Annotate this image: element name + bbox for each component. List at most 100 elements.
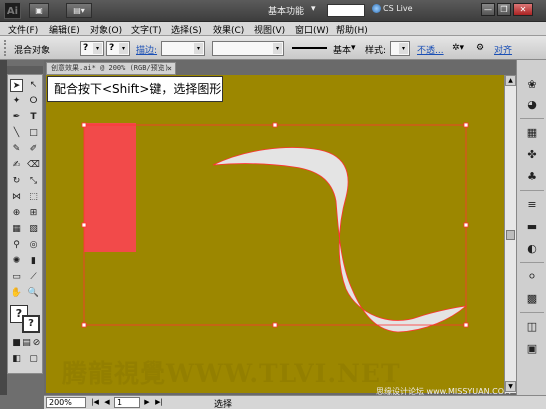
next-artboard-icon[interactable]: ▶ [142,397,152,408]
graphic-styles-icon[interactable]: ▩ [524,292,540,306]
settings-icon[interactable]: ⚙ [476,43,484,53]
scroll-thumb[interactable] [506,230,515,240]
width-tool-icon[interactable]: ⋈ [10,191,23,204]
symbol-sprayer-tool-icon[interactable]: ✺ [10,255,23,268]
left-panel-strip [0,60,7,395]
menu-view[interactable]: 视图(V) [254,23,285,36]
perspective-grid-tool-icon[interactable]: ⊞ [27,207,40,220]
direct-selection-tool-icon[interactable]: ↖ [27,79,40,92]
zoom-tool-icon[interactable]: 🔍 [27,287,40,300]
fill-swatch[interactable]: ? ▾ [80,41,104,56]
selection-tool-icon[interactable]: ➤ [10,79,23,92]
color-icon[interactable]: ◕ [524,98,540,112]
opacity-link[interactable]: 不透... [417,43,444,56]
chevron-down-icon: ▾ [93,43,102,54]
scroll-up-icon[interactable]: ▲ [505,75,516,86]
layers-icon[interactable]: ◫ [524,320,540,334]
bridge-button[interactable]: ▣ [29,3,49,18]
blend-tool-icon[interactable]: ◎ [27,239,40,252]
stroke-color-icon[interactable]: ? [22,315,40,333]
slice-tool-icon[interactable]: ⟋ [27,271,40,284]
close-tab-icon[interactable]: × [167,63,172,74]
recolor-icon[interactable]: ✲▾ [452,43,464,53]
type-tool-icon[interactable]: T [27,111,40,124]
vertical-scrollbar[interactable]: ▲ ▼ [504,75,516,393]
gradient-panel-icon[interactable]: ▬ [524,220,540,234]
paintbrush-tool-icon[interactable]: ✎ [10,143,23,156]
shape-builder-tool-icon[interactable]: ⊕ [10,207,23,220]
column-graph-tool-icon[interactable]: ▮ [27,255,40,268]
stroke-link[interactable]: 描边: [136,43,157,56]
rotate-tool-icon[interactable]: ↻ [10,175,23,188]
scale-tool-icon[interactable]: ⤡ [27,175,40,188]
draw-mode-icon[interactable]: ◧ [10,353,23,366]
none-mode-icon[interactable]: ⊘ [30,337,43,350]
graphic-style-swatch[interactable]: ▾ [390,41,410,56]
eyedropper-tool-icon[interactable]: ⚲ [10,239,23,252]
document-tab[interactable]: 创意效果.ai* @ 200% (RGB/预览) × [46,62,176,75]
menu-effect[interactable]: 效果(C) [213,23,244,36]
chevron-down-icon: ▾ [399,43,408,54]
menu-object[interactable]: 对象(O) [90,23,122,36]
artboard-number-field[interactable]: 1 [114,397,140,408]
brush-chevron-down-icon[interactable]: ▾ [351,43,356,53]
align-link[interactable]: 对齐 [494,43,512,56]
arrange-documents-button[interactable]: ▤▾ [66,3,92,18]
menu-select[interactable]: 选择(S) [171,23,202,36]
free-transform-tool-icon[interactable]: ⬚ [27,191,40,204]
screen-mode-icon[interactable]: ▢ [27,353,40,366]
previous-artboard-icon[interactable]: ◀ [102,397,112,408]
close-button[interactable]: ✕ [513,3,533,16]
artboard-tool-icon[interactable]: ▭ [10,271,23,284]
appearance-icon[interactable]: ⚪ [524,270,540,284]
control-bar-grip[interactable] [4,40,8,56]
red-rectangle[interactable] [84,123,136,252]
search-input[interactable] [327,4,365,17]
swatches-icon[interactable]: ▦ [524,126,540,140]
chevron-down-icon: ▾ [194,43,203,54]
rectangle-tool-icon[interactable]: □ [27,127,40,140]
stroke-panel-icon[interactable]: ≡ [524,198,540,212]
variable-width-field[interactable]: ▾ [212,41,284,56]
stroke-swatch[interactable]: ? ▾ [106,41,130,56]
scroll-down-icon[interactable]: ▼ [505,381,516,392]
first-artboard-icon[interactable]: |◀ [90,397,100,408]
menu-window[interactable]: 窗口(W) [295,23,329,36]
mesh-tool-icon[interactable]: ▦ [10,223,23,236]
magic-wand-tool-icon[interactable]: ✦ [10,95,23,108]
last-artboard-icon[interactable]: ▶| [154,397,164,408]
artboard-canvas[interactable] [46,75,504,393]
blob-brush-tool-icon[interactable]: ✍ [10,159,23,172]
pencil-tool-icon[interactable]: ✐ [27,143,40,156]
workspace-switcher[interactable]: 基本功能 [268,4,304,17]
zoom-level-field[interactable]: 200% [46,397,86,408]
current-tool-status[interactable]: 选择 [214,397,232,409]
minimize-button[interactable]: — [481,3,495,16]
menu-file[interactable]: 文件(F) [8,23,38,36]
status-bar: 200% |◀ ◀ 1 ▶ ▶| 选择 [44,395,546,409]
panel-divider [520,262,544,263]
restore-button[interactable]: ❐ [497,3,511,16]
hand-tool-icon[interactable]: ✋ [10,287,23,300]
lasso-tool-icon[interactable]: ⵔ [27,95,40,108]
brushes-icon[interactable]: ✤ [524,148,540,162]
gradient-tool-icon[interactable]: ▧ [27,223,40,236]
stroke-weight-field[interactable]: ▾ [161,41,205,56]
style-label: 样式: [365,46,387,56]
tools-panel-header[interactable] [7,66,43,74]
panel-divider [520,312,544,313]
curved-blend-shape[interactable] [212,147,468,333]
line-tool-icon[interactable]: ╲ [10,127,23,140]
menu-help[interactable]: 帮助(H) [336,23,368,36]
symbols-icon[interactable]: ♣ [524,170,540,184]
pen-tool-icon[interactable]: ✒ [10,111,23,124]
menu-type[interactable]: 文字(T) [131,23,162,36]
menu-edit[interactable]: 编辑(E) [49,23,80,36]
artboards-icon[interactable]: ▣ [524,342,540,356]
brush-definition-label[interactable]: 基本 [333,43,351,56]
workspace-chevron-down-icon[interactable]: ▾ [311,4,316,14]
transparency-icon[interactable]: ◐ [524,242,540,256]
color-guide-icon[interactable]: ❀ [524,78,540,92]
eraser-tool-icon[interactable]: ⌫ [27,159,40,172]
cs-live-button[interactable]: CS Live [372,4,413,13]
